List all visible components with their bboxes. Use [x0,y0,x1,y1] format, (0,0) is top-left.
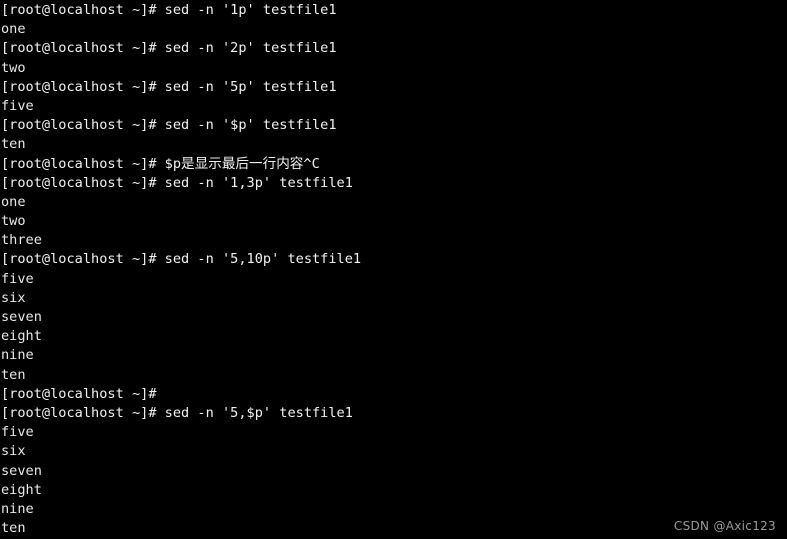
terminal-output-line: eight [1,328,42,345]
terminal-command-line: [root@localhost ~]# sed -n '$p' testfile… [1,117,337,134]
terminal-output-line: seven [1,309,42,325]
terminal-output-line: ten [1,520,26,537]
terminal-output-line: seven [1,462,42,479]
terminal-output-line: nine [1,500,34,517]
terminal-command-line: [root@localhost ~]# sed -n '5,10p' testf… [1,251,362,268]
terminal-output-line: two [1,59,26,76]
terminal-screen[interactable]: [root@localhost ~]# sed -n '1p' testfile… [0,0,787,539]
terminal-output-line: two [1,213,26,230]
terminal-output-line: eight [1,481,42,498]
terminal-output-line: one [1,21,26,38]
terminal-output-line: five [1,270,34,287]
terminal-command-line: [root@localhost ~]# sed -n '1p' testfile… [1,2,337,18]
terminal-output-line: nine [1,347,34,364]
terminal-command-line: [root@localhost ~]# sed -n '1,3p' testfi… [1,174,353,191]
terminal-output-line: five [1,424,34,441]
terminal-output-line: five [1,97,34,114]
terminal-command-line: [root@localhost ~]# $p是显示最后一行内容^C [1,155,320,172]
terminal-command-line: [root@localhost ~]# [1,385,157,402]
terminal-command-line: [root@localhost ~]# sed -n '5p' testfile… [1,78,337,95]
terminal-command-line: [root@localhost ~]# sed -n '5,$p' testfi… [1,404,353,421]
terminal-output-line: ten [1,366,26,383]
terminal-output-line: six [1,443,26,460]
terminal-output-line: one [1,193,26,210]
terminal-output-line: three [1,232,42,249]
terminal-output-line: ten [1,136,26,153]
terminal-command-line: [root@localhost ~]# sed -n '2p' testfile… [1,40,337,57]
terminal-output-area[interactable]: [root@localhost ~]# sed -n '1p' testfile… [1,1,787,539]
terminal-output-line: six [1,289,26,306]
